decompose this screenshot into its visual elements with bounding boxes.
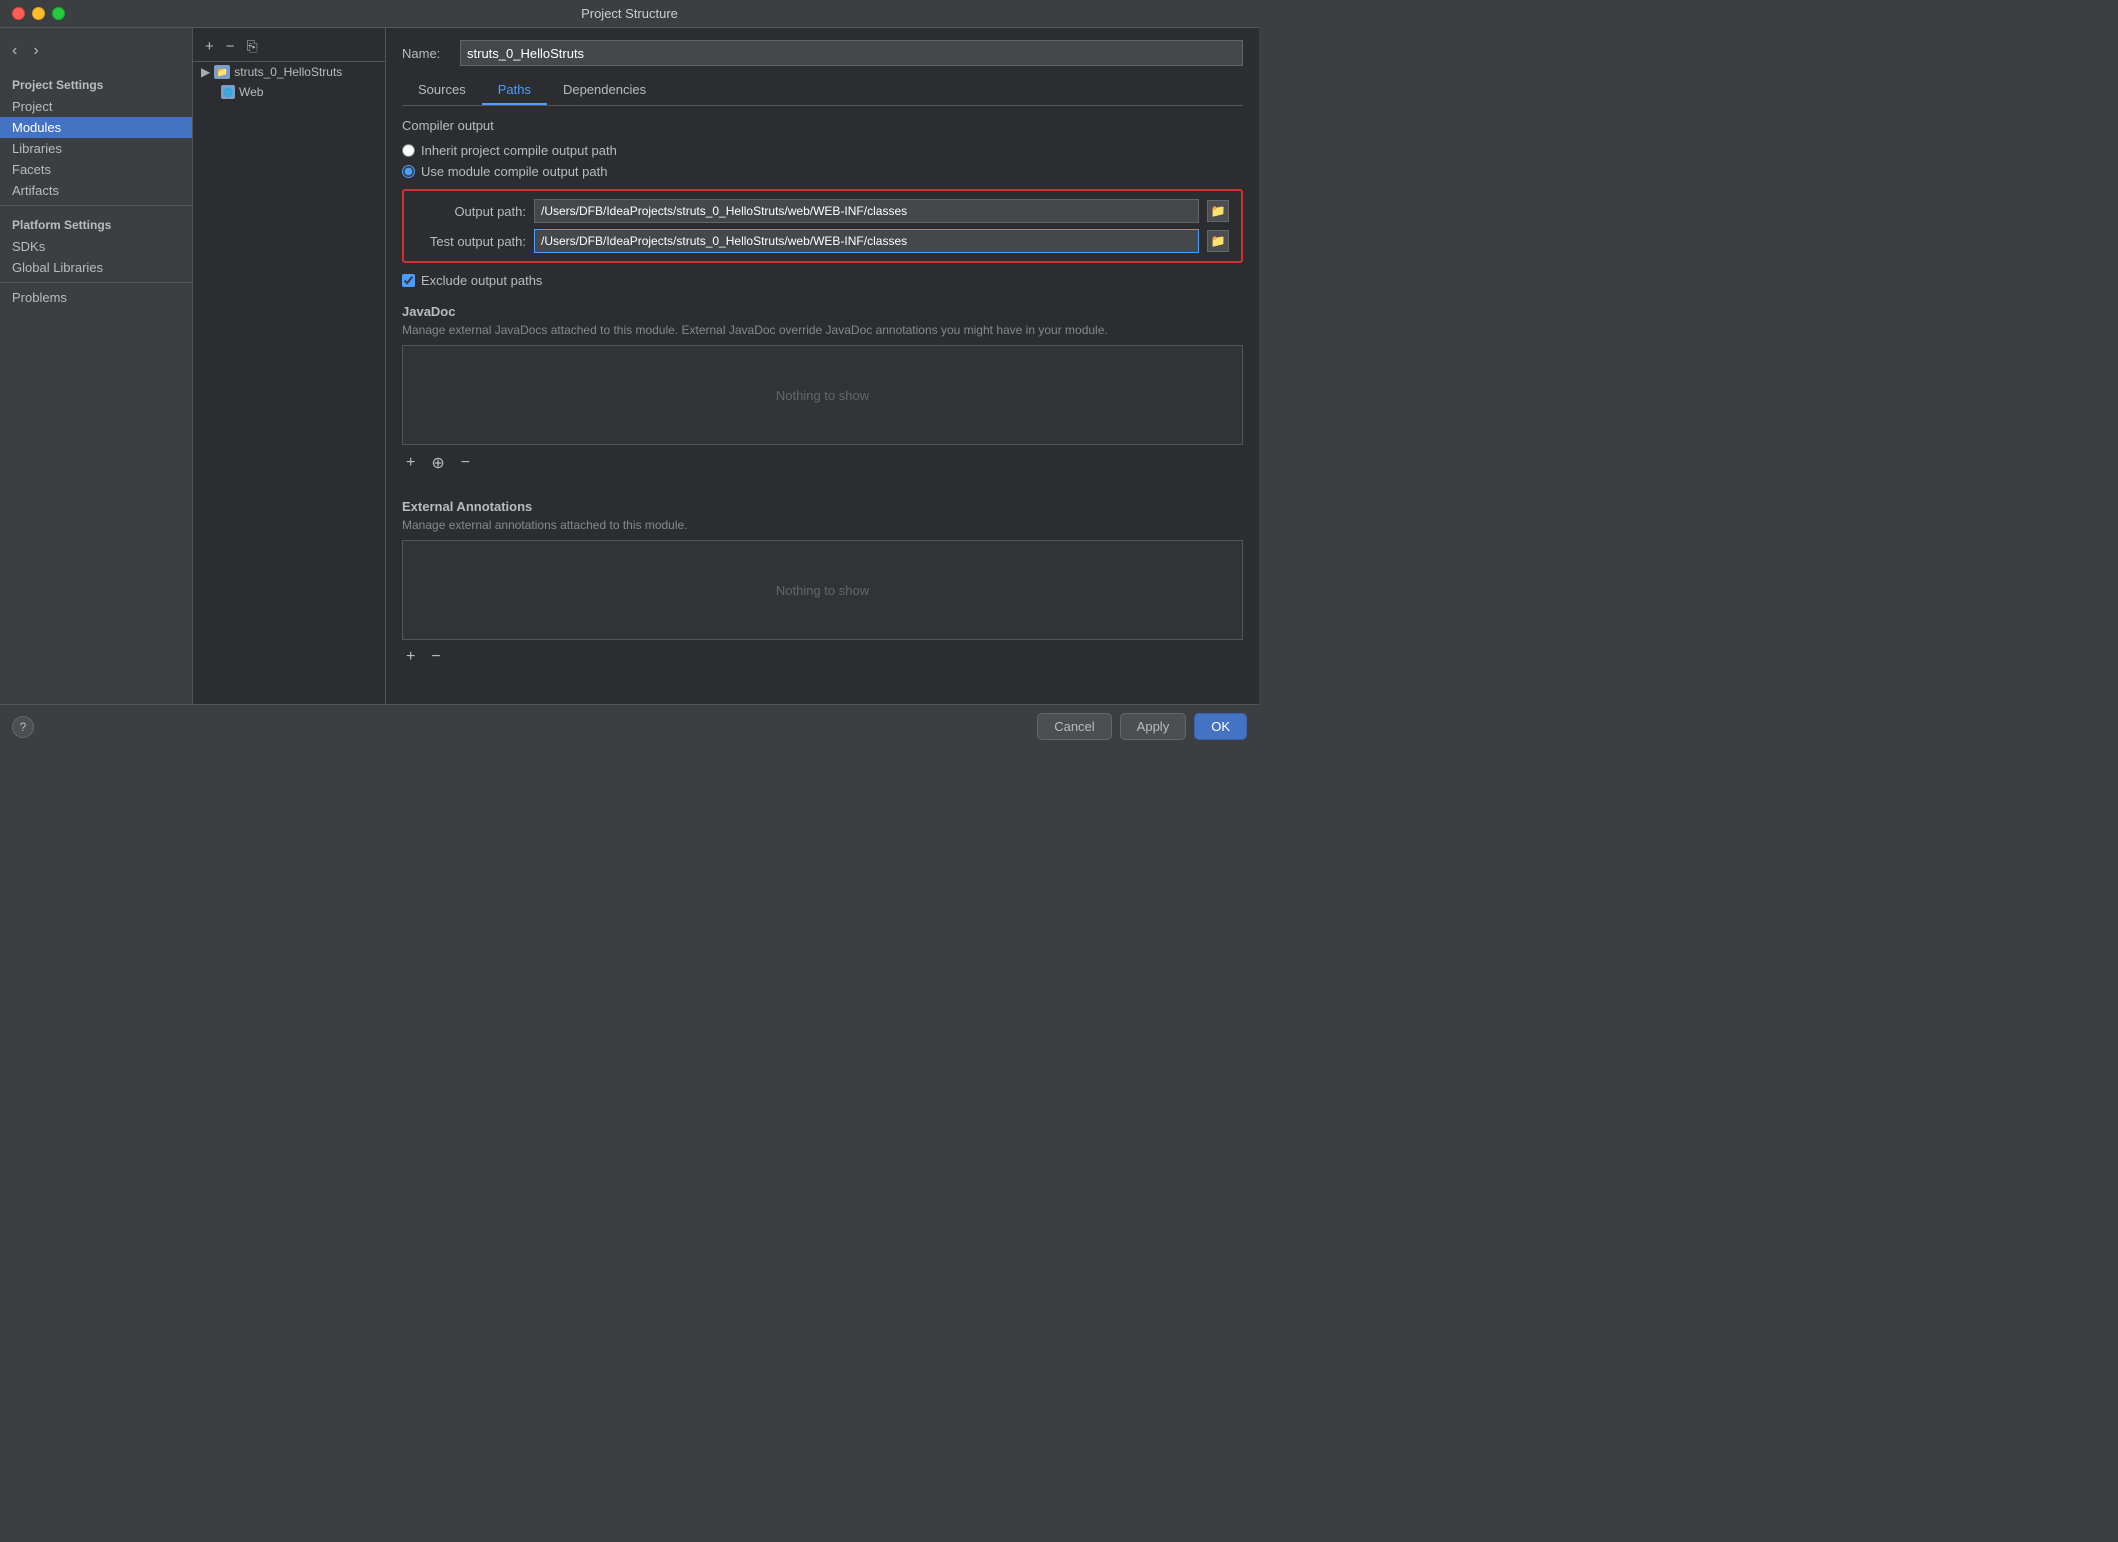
tabs-row: Sources Paths Dependencies [402, 76, 1243, 106]
external-annotations-section: External Annotations Manage external ann… [402, 499, 1243, 680]
test-output-path-label: Test output path: [416, 234, 526, 249]
tab-sources[interactable]: Sources [402, 76, 482, 105]
cancel-button[interactable]: Cancel [1037, 713, 1111, 740]
javadoc-remove-button[interactable]: − [457, 451, 474, 475]
radio-use-module[interactable]: Use module compile output path [402, 164, 1243, 179]
forward-button[interactable]: › [29, 40, 42, 62]
web-icon: 🌐 [221, 85, 235, 99]
apply-button[interactable]: Apply [1120, 713, 1187, 740]
title-bar: Project Structure [0, 0, 1259, 28]
help-button[interactable]: ? [12, 716, 34, 738]
sidebar: ‹ › Project Settings Project Modules Lib… [0, 28, 193, 704]
sidebar-item-sdks[interactable]: SDKs [0, 236, 192, 257]
javadoc-add-config-button[interactable]: ⊕ [427, 451, 448, 475]
modules-tree-panel: + − ⎘ ▶ 📁 struts_0_HelloStruts 🌐 Web [193, 28, 386, 704]
exclude-checkbox-row: Exclude output paths [402, 273, 1243, 288]
paths-box: Output path: 📁 Test output path: 📁 [402, 189, 1243, 263]
sidebar-item-modules[interactable]: Modules [0, 117, 192, 138]
add-module-button[interactable]: + [201, 36, 218, 57]
module-tree-item[interactable]: ▶ 📁 struts_0_HelloStruts [193, 62, 385, 82]
ext-annotations-title: External Annotations [402, 499, 1243, 514]
javadoc-toolbar: + ⊕ − [402, 451, 1243, 475]
radio-group: Inherit project compile output path Use … [402, 143, 1243, 179]
javadoc-title: JavaDoc [402, 304, 1243, 319]
javadoc-empty-panel: Nothing to show [402, 345, 1243, 445]
javadoc-add-button[interactable]: + [402, 451, 419, 475]
tab-paths[interactable]: Paths [482, 76, 547, 105]
output-path-row: Output path: 📁 [416, 199, 1229, 223]
compiler-output-section: Compiler output Inherit project compile … [402, 118, 1243, 304]
module-name: struts_0_HelloStruts [234, 65, 342, 79]
exclude-checkbox[interactable] [402, 274, 415, 287]
radio-inherit[interactable]: Inherit project compile output path [402, 143, 1243, 158]
close-button[interactable] [12, 7, 25, 20]
sidebar-item-libraries[interactable]: Libraries [0, 138, 192, 159]
output-path-folder-button[interactable]: 📁 [1207, 200, 1229, 222]
ext-annotations-remove-button[interactable]: − [427, 646, 444, 668]
web-label: Web [239, 85, 263, 99]
main-content: Name: Sources Paths Dependencies Compile… [386, 28, 1259, 704]
javadoc-section: JavaDoc Manage external JavaDocs attache… [402, 304, 1243, 487]
javadoc-nothing-to-show: Nothing to show [776, 388, 869, 403]
ok-button[interactable]: OK [1194, 713, 1247, 740]
test-output-path-row: Test output path: 📁 [416, 229, 1229, 253]
ext-annotations-nothing-to-show: Nothing to show [776, 583, 869, 598]
sidebar-item-problems[interactable]: Problems [0, 287, 192, 308]
ext-annotations-description: Manage external annotations attached to … [402, 518, 1243, 532]
platform-settings-label: Platform Settings [0, 210, 192, 236]
name-row: Name: [402, 40, 1243, 66]
radio-use-module-label: Use module compile output path [421, 164, 607, 179]
exclude-label: Exclude output paths [421, 273, 542, 288]
test-output-path-folder-button[interactable]: 📁 [1207, 230, 1229, 252]
sidebar-item-artifacts[interactable]: Artifacts [0, 180, 192, 201]
test-output-path-input[interactable] [534, 229, 1199, 253]
minimize-button[interactable] [32, 7, 45, 20]
name-label: Name: [402, 46, 452, 61]
sidebar-item-project[interactable]: Project [0, 96, 192, 117]
window-title: Project Structure [581, 6, 678, 21]
ext-annotations-add-button[interactable]: + [402, 646, 419, 668]
ext-annotations-empty-panel: Nothing to show [402, 540, 1243, 640]
module-child-item[interactable]: 🌐 Web [193, 82, 385, 102]
radio-inherit-label: Inherit project compile output path [421, 143, 617, 158]
project-settings-label: Project Settings [0, 70, 192, 96]
name-input[interactable] [460, 40, 1243, 66]
compiler-output-title: Compiler output [402, 118, 1243, 133]
output-path-label: Output path: [416, 204, 526, 219]
back-button[interactable]: ‹ [8, 40, 21, 62]
bottom-bar: ? Cancel Apply OK [0, 704, 1259, 748]
maximize-button[interactable] [52, 7, 65, 20]
javadoc-description: Manage external JavaDocs attached to thi… [402, 323, 1243, 337]
sidebar-item-facets[interactable]: Facets [0, 159, 192, 180]
output-path-input[interactable] [534, 199, 1199, 223]
sidebar-item-global-libraries[interactable]: Global Libraries [0, 257, 192, 278]
tab-dependencies[interactable]: Dependencies [547, 76, 662, 105]
module-folder-icon: 📁 [214, 65, 230, 79]
ext-annotations-toolbar: + − [402, 646, 1243, 668]
remove-module-button[interactable]: − [222, 36, 239, 57]
copy-module-button[interactable]: ⎘ [243, 36, 262, 57]
